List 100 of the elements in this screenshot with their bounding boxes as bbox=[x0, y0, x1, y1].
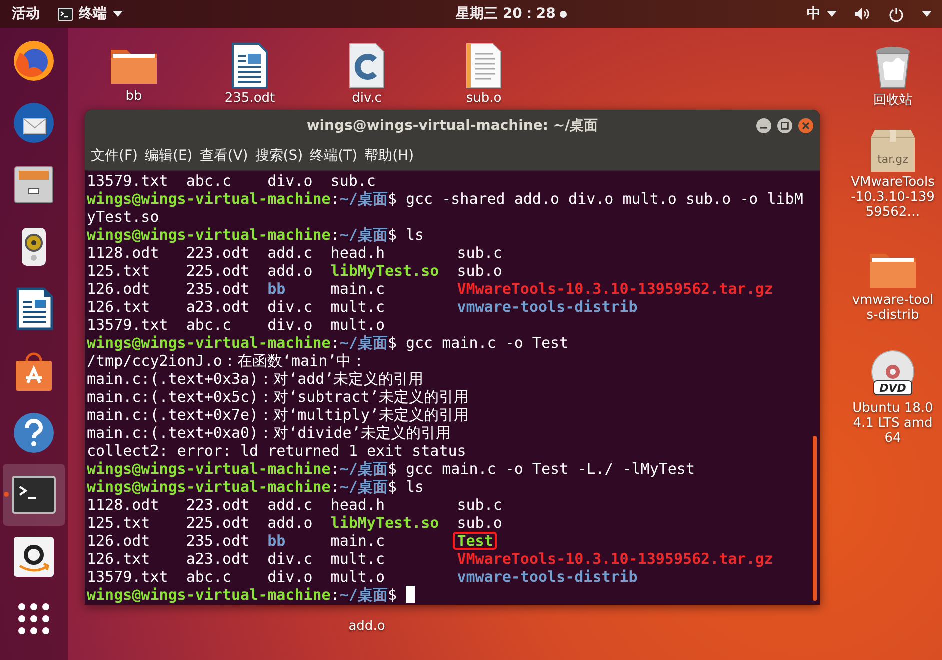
terminal-icon bbox=[58, 8, 73, 20]
file-name: 13579.txt bbox=[86, 172, 170, 190]
file-name: div.o bbox=[266, 568, 314, 586]
scrollbar[interactable] bbox=[813, 436, 817, 601]
desktop-icon-label[interactable]: Ubuntu 18.04.1 LTS amd64 bbox=[851, 401, 935, 446]
prompt-line: wings@wings-virtual-machine:~/桌面$ ls bbox=[87, 478, 426, 496]
document-icon[interactable] bbox=[230, 42, 270, 90]
file-name: Test bbox=[453, 532, 498, 550]
desktop-icon-label[interactable]: sub.o bbox=[466, 91, 502, 106]
output-line: collect2: error: ld returned 1 exit status bbox=[87, 442, 468, 460]
source-file-icon[interactable] bbox=[347, 42, 387, 90]
desktop-icon-label[interactable]: 235.odt bbox=[224, 91, 276, 106]
file-name: add.o bbox=[266, 514, 314, 532]
input-method-menu[interactable]: 中 bbox=[807, 5, 837, 23]
package-icon[interactable] bbox=[870, 130, 916, 172]
prompt-line: wings@wings-virtual-machine:~/桌面$ gcc main.c -o Test bbox=[87, 334, 570, 352]
terminal-icon bbox=[12, 475, 56, 515]
desktop-icon-label[interactable]: bb bbox=[126, 89, 142, 104]
file-name: mult.o bbox=[330, 316, 386, 334]
desktop-icon-label[interactable]: 回收站 bbox=[874, 93, 912, 108]
file-name: sub.o bbox=[456, 262, 504, 280]
menu-item[interactable]: 查看(V) bbox=[200, 147, 248, 165]
maximize-button[interactable] bbox=[777, 118, 793, 134]
text-file-icon[interactable] bbox=[464, 42, 504, 90]
file-name: 1128.odt bbox=[86, 496, 160, 514]
file-name: vmware-tools-distrib bbox=[456, 568, 639, 586]
file-name: 126.odt bbox=[86, 280, 152, 298]
file-name: 235.odt bbox=[185, 532, 251, 550]
file-name: 125.txt bbox=[86, 262, 152, 280]
file-name: 235.odt bbox=[185, 280, 251, 298]
output-line: yTest.so bbox=[87, 208, 160, 226]
window-title: wings@wings-virtual-machine: ~/桌面 bbox=[306, 117, 598, 135]
prompt-line: wings@wings-virtual-machine:~/桌面$ ls bbox=[87, 226, 426, 244]
file-name: 223.odt bbox=[185, 244, 251, 262]
file-name: head.h bbox=[330, 496, 386, 514]
menu-item[interactable]: 搜索(S) bbox=[255, 147, 304, 165]
desktop-icon-label[interactable]: vmware-tools-distrib bbox=[851, 293, 935, 323]
file-name: mult.c bbox=[330, 298, 386, 316]
app-grid-icon bbox=[17, 602, 51, 636]
file-name: 125.txt bbox=[86, 514, 152, 532]
minimize-button[interactable] bbox=[756, 118, 772, 134]
file-name: mult.c bbox=[330, 550, 386, 568]
file-name: bb bbox=[266, 280, 287, 298]
activities-button[interactable]: 活动 bbox=[12, 5, 40, 23]
file-name: abc.c bbox=[185, 172, 232, 190]
prompt-line: wings@wings-virtual-machine:~/桌面$ gcc main.c -o Test -L./ -lMyTest bbox=[87, 460, 696, 478]
file-name: libMyTest.so bbox=[330, 262, 440, 280]
file-name: 225.odt bbox=[185, 262, 251, 280]
file-name: abc.c bbox=[185, 568, 232, 586]
output-line: /tmp/ccy2ionJ.o：在函数‘main’中： bbox=[87, 352, 368, 370]
file-name: main.c bbox=[330, 280, 386, 298]
file-name: 223.odt bbox=[185, 496, 251, 514]
file-name: bb bbox=[266, 532, 287, 550]
file-name: 126.txt bbox=[86, 550, 152, 568]
file-name: div.c bbox=[266, 298, 314, 316]
file-name: VMwareTools-10.3.10-13959562.tar.gz bbox=[456, 550, 774, 568]
file-name: 13579.txt bbox=[86, 568, 170, 586]
caret-icon bbox=[827, 11, 837, 17]
file-name: VMwareTools-10.3.10-13959562.tar.gz bbox=[456, 280, 774, 298]
file-name: sub.c bbox=[330, 172, 377, 190]
file-name: main.c bbox=[330, 532, 386, 550]
file-name: mult.o bbox=[330, 568, 386, 586]
file-name: add.c bbox=[266, 244, 314, 262]
disc-label: DVD bbox=[880, 382, 906, 395]
file-name: sub.c bbox=[456, 244, 504, 262]
disc-icon[interactable] bbox=[872, 350, 914, 396]
file-name: 126.txt bbox=[86, 298, 152, 316]
clock[interactable]: 星期三 20：28 bbox=[456, 5, 556, 23]
volume-icon[interactable] bbox=[855, 7, 871, 21]
app-menu[interactable]: 终端 bbox=[58, 5, 123, 23]
output-line: main.c:(.text+0x5c)：对‘subtract’未定义的引用 bbox=[87, 388, 470, 406]
caret-icon[interactable] bbox=[922, 11, 932, 17]
close-button[interactable] bbox=[798, 118, 814, 134]
file-name: 13579.txt bbox=[86, 316, 170, 334]
file-name: libMyTest.so bbox=[330, 514, 440, 532]
menu-item[interactable]: 文件(F) bbox=[91, 147, 138, 165]
envelope-icon bbox=[12, 101, 56, 145]
output-line: main.c:(.text+0xa0)：对‘divide’未定义的引用 bbox=[87, 424, 452, 442]
file-name: add.o bbox=[266, 262, 314, 280]
desktop-icon-label[interactable]: add.o bbox=[348, 619, 386, 634]
file-name: a23.odt bbox=[185, 550, 251, 568]
menu-item[interactable]: 编辑(E) bbox=[144, 147, 193, 165]
file-name: 1128.odt bbox=[86, 244, 160, 262]
menu-item[interactable]: 终端(T) bbox=[310, 147, 358, 165]
file-name: 225.odt bbox=[185, 514, 251, 532]
file-name: add.c bbox=[266, 496, 314, 514]
globe-icon bbox=[12, 39, 56, 83]
package-label: tar.gz bbox=[878, 153, 908, 166]
file-name: 126.odt bbox=[86, 532, 152, 550]
file-name: abc.c bbox=[185, 316, 232, 334]
menu-item[interactable]: 帮助(H) bbox=[364, 147, 414, 165]
help-icon bbox=[12, 411, 56, 455]
output-line: main.c:(.text+0x7e)：对‘multiply’未定义的引用 bbox=[87, 406, 470, 424]
file-name: sub.c bbox=[456, 496, 504, 514]
desktop-icon-label[interactable]: VMwareTools-10.3.10-13959562… bbox=[851, 175, 935, 220]
file-name: div.c bbox=[266, 550, 314, 568]
dock-item[interactable] bbox=[3, 464, 65, 526]
power-icon[interactable] bbox=[889, 6, 904, 22]
desktop-icon-label[interactable]: div.c bbox=[352, 91, 382, 106]
prompt-line: wings@wings-virtual-machine:~/桌面$ bbox=[87, 586, 818, 604]
